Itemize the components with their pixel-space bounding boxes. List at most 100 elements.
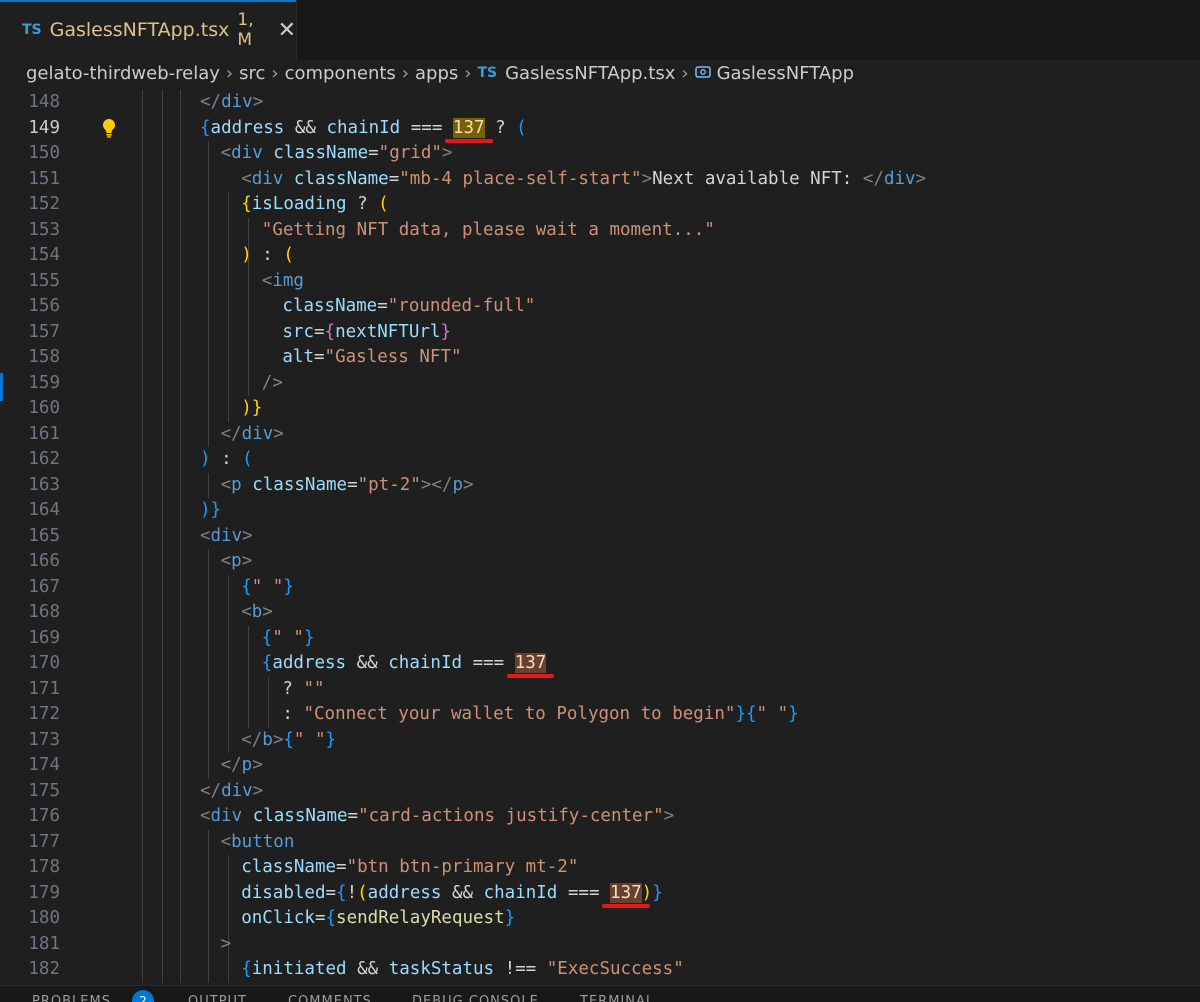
code-token: div — [231, 143, 263, 163]
line-code: <b> — [241, 600, 273, 626]
breadcrumb-item-components[interactable]: components — [285, 63, 396, 84]
code-line[interactable]: 157 src={nextNFTUrl} — [0, 320, 1200, 346]
line-number: 168 — [28, 602, 60, 622]
code-line[interactable]: 154) : ( — [0, 243, 1200, 269]
code-line[interactable]: 165 <div> — [0, 524, 1200, 550]
code-line[interactable]: 178 className="btn btn-primary mt-2" — [0, 855, 1200, 881]
code-line[interactable]: 179 disabled={!(address && chainId === 13… — [0, 881, 1200, 907]
code-line[interactable]: 171? "" — [0, 677, 1200, 703]
code-line[interactable]: 148 </div> — [0, 90, 1200, 116]
code-line[interactable]: 169 {" "} — [0, 626, 1200, 652]
code-line[interactable]: 164)} — [0, 498, 1200, 524]
code-line[interactable]: 166 <p> — [0, 549, 1200, 575]
code-line[interactable]: 151 <div className="mb-4 place-self-start… — [0, 167, 1200, 193]
code-token: } — [325, 729, 337, 750]
code-line[interactable]: 159 /> — [0, 371, 1200, 397]
code-editor[interactable]: 148 </div> 149 {address && chainId === 137 … — [0, 90, 1200, 985]
code-token: = — [368, 143, 379, 163]
code-line[interactable]: 177 <button — [0, 830, 1200, 856]
code-line[interactable]: 174 </p> — [0, 753, 1200, 779]
line-number: 148 — [28, 92, 60, 112]
line-code: {address && chainId === 137 — [262, 651, 547, 677]
code-token: chainId — [483, 882, 558, 903]
code-line[interactable]: 161 </div> — [0, 422, 1200, 448]
code-line[interactable]: 152 {isLoading ? ( — [0, 192, 1200, 218]
code-line[interactable]: 158 alt="Gasless NFT" — [0, 345, 1200, 371]
code-token: "card-actions justify-center" — [358, 806, 664, 826]
line-number: 149 — [28, 117, 60, 138]
line-code: <button — [221, 830, 295, 856]
line-code: </b>{" "} — [241, 728, 336, 754]
symbol-component-icon — [694, 64, 711, 83]
breadcrumb-item-symbol[interactable]: GaslessNFTApp — [717, 63, 854, 84]
breadcrumb-item-apps[interactable]: apps — [415, 63, 458, 84]
code-token: "grid" — [378, 143, 442, 163]
code-line[interactable]: 160)} — [0, 396, 1200, 422]
code-token: !== — [494, 959, 547, 979]
breadcrumb-item-root[interactable]: gelato-thirdweb-relay — [26, 63, 220, 84]
chevron-right-icon: › — [464, 62, 472, 84]
close-icon[interactable]: ✕ — [278, 18, 296, 43]
code-token: { — [261, 653, 273, 673]
code-token: { — [241, 959, 252, 979]
code-token: chainId — [326, 117, 401, 138]
chevron-right-icon: › — [401, 62, 409, 84]
line-number: 172 — [28, 704, 60, 724]
line-code: /> — [262, 371, 283, 397]
code-line[interactable]: 168 <b> — [0, 600, 1200, 626]
line-number: 156 — [28, 296, 60, 316]
code-line[interactable]: 155 <img — [0, 269, 1200, 295]
line-code: <p className="pt-2"></p> — [221, 473, 474, 499]
line-number: 176 — [28, 806, 60, 826]
code-line[interactable]: 173 </b>{" "} — [0, 728, 1200, 754]
code-token: nextNFTUrl — [335, 321, 441, 342]
code-token: ( — [283, 245, 294, 265]
code-line[interactable]: 182 {initiated && taskStatus !== "ExecSuc… — [0, 957, 1200, 983]
code-token: )} — [200, 500, 222, 520]
line-code: <div className="grid"> — [221, 141, 453, 167]
code-token: { — [324, 321, 336, 342]
editor-tab[interactable]: TS GaslessNFTApp.tsx 1, M ✕ — [0, 0, 297, 60]
code-line[interactable]: 172 : "Connect your wallet to Polygon to … — [0, 702, 1200, 728]
code-line[interactable]: 175 </div> — [0, 779, 1200, 805]
line-code: <div className="card-actions justify-cen… — [200, 804, 674, 830]
code-token: < — [261, 270, 273, 291]
code-token: disabled — [241, 882, 326, 903]
line-code: > — [221, 932, 232, 958]
code-line[interactable]: 170 {address && chainId === 137 — [0, 651, 1200, 677]
code-token: className — [293, 168, 389, 189]
code-token: </ — [862, 168, 884, 189]
editor-tab-bar: TS GaslessNFTApp.tsx 1, M ✕ — [0, 0, 1200, 61]
code-token: b — [251, 602, 263, 622]
code-line[interactable]: 150 <div className="grid"> — [0, 141, 1200, 167]
breadcrumb-item-file[interactable]: GaslessNFTApp.tsx — [505, 63, 675, 84]
line-code: : "Connect your wallet to Polygon to beg… — [282, 702, 798, 728]
code-token: > — [272, 729, 284, 750]
code-token: " " — [293, 729, 326, 750]
code-line[interactable]: 153 "Getting NFT data, please wait a mome… — [0, 218, 1200, 244]
code-line[interactable]: 162) : ( — [0, 447, 1200, 473]
code-line[interactable]: 149 {address && chainId === 137 ? ( — [0, 116, 1200, 142]
line-number: 180 — [28, 908, 60, 928]
code-token: </ — [200, 780, 222, 801]
line-number: 170 — [28, 653, 60, 673]
line-code: )} — [200, 498, 221, 524]
code-token: " " — [251, 576, 284, 597]
code-token: div — [210, 806, 243, 826]
code-token: > — [220, 933, 232, 954]
breadcrumb-item-src[interactable]: src — [239, 63, 265, 84]
code-line[interactable]: 180 onClick={sendRelayRequest} — [0, 906, 1200, 932]
code-line[interactable]: 181 > — [0, 932, 1200, 958]
code-line[interactable]: 167 {" "} — [0, 575, 1200, 601]
code-token: "rounded-full" — [387, 296, 536, 316]
line-number: 152 — [28, 194, 60, 214]
code-line[interactable]: 156 className="rounded-full" — [0, 294, 1200, 320]
code-line[interactable]: 163 <p className="pt-2"></p> — [0, 473, 1200, 499]
code-token: ( — [378, 194, 389, 214]
code-line[interactable]: 176 <div className="card-actions justify-… — [0, 804, 1200, 830]
line-number: 182 — [28, 959, 60, 979]
line-code: </div> — [200, 779, 263, 805]
code-token: } — [788, 704, 799, 724]
code-token: > — [915, 168, 927, 189]
